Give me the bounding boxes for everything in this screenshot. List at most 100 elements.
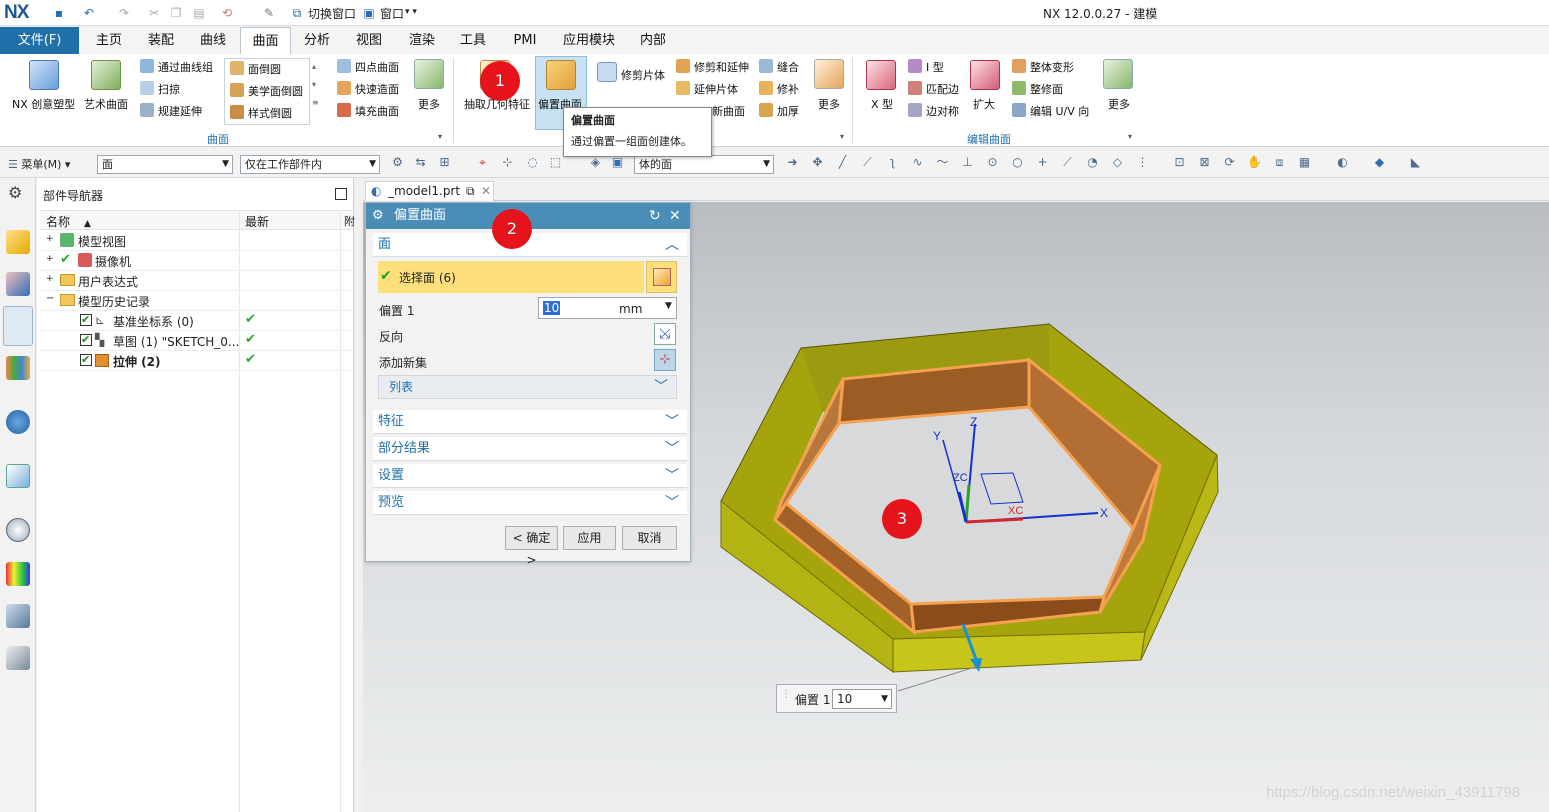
expand-icon[interactable]: + (46, 254, 54, 264)
select-point-icon[interactable]: ⊞ (437, 155, 452, 170)
visibility-checkbox[interactable]: ✔ (80, 354, 92, 366)
tab-view[interactable]: 视图 (348, 27, 390, 54)
patch-label[interactable]: 修补 (777, 81, 799, 97)
face-select-button[interactable] (646, 261, 677, 293)
snap-center-icon[interactable]: ⊙ (985, 155, 1000, 170)
art-surface-icon[interactable] (91, 60, 121, 90)
snap-wave-icon[interactable]: 〜 (935, 155, 950, 170)
assembly-navigator-icon[interactable] (6, 230, 30, 254)
expand-icon[interactable]: + (46, 274, 54, 284)
tab-assembly[interactable]: 装配 (140, 27, 182, 54)
snap-grid-icon[interactable]: ⋮ (1135, 155, 1150, 170)
face-blend-label[interactable]: 面倒圆 (248, 61, 281, 77)
i-form-label[interactable]: I 型 (926, 59, 944, 75)
copy-icon[interactable]: ❐ (167, 4, 185, 22)
snap-curve-icon[interactable]: ʅ (885, 155, 900, 170)
chevron-down-icon[interactable]: ▼ (665, 301, 672, 311)
box-select-icon[interactable]: ⬚ (548, 155, 563, 170)
nx-creative-icon[interactable] (29, 60, 59, 90)
trim-sheet-label[interactable]: 修剪片体 (621, 67, 665, 83)
part-navigator-icon[interactable] (3, 306, 33, 346)
section-feature-header[interactable]: 特征 ﹀ (373, 410, 687, 434)
four-point-surface-label[interactable]: 四点曲面 (355, 59, 399, 75)
x-form-label[interactable]: X 型 (871, 96, 893, 112)
show-hide-icon[interactable]: ◣ (1408, 155, 1423, 170)
edit-uv-label[interactable]: 编辑 U/V 向 (1030, 103, 1089, 119)
settings-gear-icon[interactable]: ⚙ (8, 183, 22, 202)
point-snap-icon[interactable]: ⌖ (475, 155, 490, 170)
feature-select-icon[interactable]: ⊹ (500, 155, 515, 170)
apply-button[interactable]: 应用 (563, 526, 616, 550)
edge-symmetry-label[interactable]: 边对称 (926, 103, 959, 119)
column-latest-header[interactable]: 最新 (245, 213, 269, 230)
snap-point-face-icon[interactable]: ◔ (1085, 155, 1100, 170)
orient-view-icon[interactable]: ▦ (1297, 155, 1312, 170)
repeat-command-icon[interactable]: ⟲ (218, 4, 236, 22)
ok-button[interactable]: < 确定 > (505, 526, 558, 567)
select-body-icon[interactable]: ◈ (588, 155, 603, 170)
aesthetic-blend-icon[interactable] (230, 83, 244, 97)
global-deform-label[interactable]: 整体变形 (1030, 59, 1074, 75)
trim-sheet-icon[interactable] (597, 62, 617, 82)
navigator-row-extrude[interactable]: ✔ 拉伸 (2) ✔ (40, 351, 352, 371)
edge-symmetry-icon[interactable] (908, 103, 922, 117)
document-tab[interactable]: ◐ _model1.prt ⧉ ✕ (365, 181, 494, 201)
arrow-right-icon[interactable]: ➜ (785, 155, 800, 170)
ruled-extend-label[interactable]: 规建延伸 (158, 103, 202, 119)
navigator-row-model-history[interactable]: − 模型历史记录 (40, 291, 352, 311)
styled-blend-icon[interactable] (230, 105, 244, 119)
snap-circle-icon[interactable]: ○ (1010, 155, 1025, 170)
paste-icon[interactable]: ▤ (190, 4, 208, 22)
extend-sheet-icon[interactable] (676, 81, 690, 95)
navigator-row-sketch[interactable]: ✔ ▚ 草图 (1) "SKETCH_0... ✔ (40, 331, 352, 351)
more-edit-label[interactable]: 更多 (1108, 96, 1130, 112)
window-menu-label[interactable]: 窗口 (380, 5, 404, 22)
snap-tangent-icon[interactable]: ⟋ (1060, 155, 1075, 170)
match-edge-icon[interactable] (908, 81, 922, 95)
close-icon[interactable]: ✕ (669, 203, 681, 229)
fit-view-icon[interactable]: ⊡ (1172, 155, 1187, 170)
list-header[interactable]: 列表 ﹀ (378, 375, 677, 399)
section-settings-header[interactable]: 设置 ﹀ (373, 464, 687, 488)
new-surface-label[interactable]: 新曲面 (712, 103, 745, 119)
trim-extend-label[interactable]: 修剪和延伸 (694, 59, 749, 75)
expand-icon[interactable]: + (46, 234, 54, 244)
switch-window-label[interactable]: 切换窗口 (308, 5, 356, 22)
tab-file[interactable]: 文件(F) (0, 27, 79, 54)
pan-icon[interactable]: ✋ (1247, 155, 1262, 170)
quick-surface-icon[interactable] (337, 81, 351, 95)
select-chain-icon[interactable]: ◌ (525, 155, 540, 170)
select-face-row[interactable]: ✔ 选择面 (6) (378, 261, 644, 293)
more-surface-icon[interactable] (414, 59, 444, 89)
roles-icon[interactable] (6, 646, 30, 670)
collapse-icon[interactable]: − (46, 293, 54, 304)
add-new-set-icon[interactable]: ⊹ (654, 349, 676, 371)
x-form-icon[interactable] (866, 60, 896, 90)
group-expand-icon[interactable]: ▾ (1128, 132, 1132, 141)
fill-surface-label[interactable]: 填充曲面 (355, 103, 399, 119)
cancel-button[interactable]: 取消 (622, 526, 677, 550)
undo-icon[interactable]: ↶ (80, 4, 98, 22)
patch-icon[interactable] (759, 81, 773, 95)
tab-surface[interactable]: 曲面 (240, 27, 291, 54)
edit-uv-icon[interactable] (1012, 103, 1026, 117)
window-menu-chevron-icon[interactable]: ▾ ▾ (405, 7, 417, 17)
nx-creative-label[interactable]: NX 创意塑型 (12, 96, 75, 112)
section-preview-header[interactable]: 预览 ﹀ (373, 491, 687, 515)
snap-bounded-icon[interactable]: ◇ (1110, 155, 1125, 170)
tab-home[interactable]: 主页 (88, 27, 130, 54)
face-rule-select[interactable]: 体的面 ▼ (634, 155, 774, 174)
rotate-icon[interactable]: ⟳ (1222, 155, 1237, 170)
visibility-checkbox[interactable]: ✔ (80, 334, 92, 346)
aesthetic-blend-label[interactable]: 美学面倒圆 (248, 83, 303, 99)
visibility-checkbox[interactable]: ✔ (80, 314, 92, 326)
process-studio-icon[interactable] (6, 604, 30, 628)
four-point-surface-icon[interactable] (337, 59, 351, 73)
section-partial-results-header[interactable]: 部分结果 ﹀ (373, 437, 687, 461)
sew-label[interactable]: 缝合 (777, 59, 799, 75)
face-repair-icon[interactable] (1012, 81, 1026, 95)
face-blend-icon[interactable] (230, 61, 244, 75)
snap-cross-icon[interactable]: + (1035, 155, 1050, 170)
switch-window-icon[interactable]: ⧉ (288, 4, 306, 22)
reset-icon[interactable]: ↻ (649, 203, 661, 229)
